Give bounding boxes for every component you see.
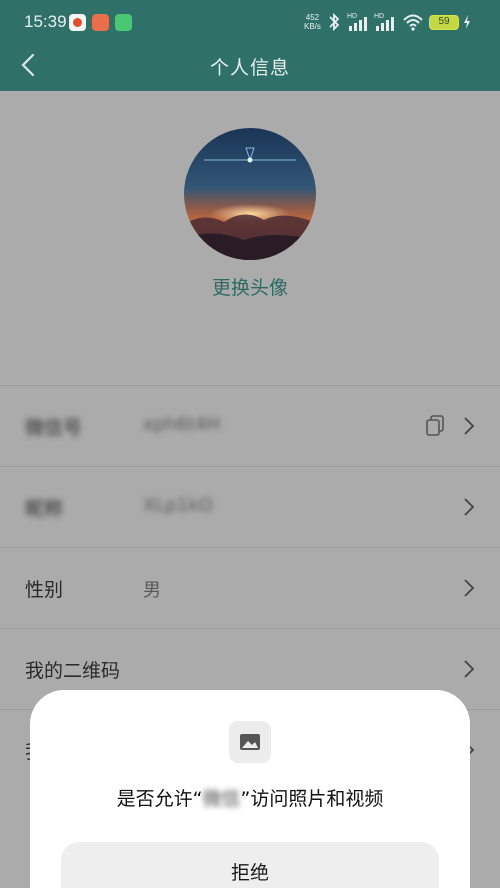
- wifi-icon: [403, 14, 423, 31]
- app-notification-icon: [69, 14, 86, 31]
- app-name: 微信: [202, 788, 241, 810]
- cellular-signal-icon: HD: [347, 13, 367, 31]
- battery-indicator: 59: [429, 15, 459, 30]
- status-bar: 15:39 452 KB/s HD HD 59: [0, 0, 500, 44]
- list-item-nickname[interactable]: 昵称 XLp1kO: [0, 466, 500, 547]
- app-header: 个人信息: [0, 44, 500, 91]
- svg-text:HD: HD: [374, 13, 384, 20]
- chevron-right-icon: [464, 417, 475, 435]
- top-bar: 15:39 452 KB/s HD HD 59 个人信息: [0, 0, 500, 91]
- list-item-wechat-id[interactable]: 微信号 xph6t4H: [0, 385, 500, 466]
- image-icon: [229, 721, 271, 763]
- avatar-image: [184, 128, 316, 260]
- row-label: 昵称: [25, 498, 64, 520]
- avatar[interactable]: [184, 128, 316, 260]
- chevron-right-icon: [464, 579, 475, 597]
- cellular-signal-icon-2: HD: [374, 13, 394, 31]
- copy-icon[interactable]: [424, 414, 446, 438]
- page-title: 个人信息: [209, 57, 290, 79]
- bluetooth-icon: [329, 12, 340, 32]
- status-time: 15:39: [24, 12, 67, 31]
- row-label: 性别: [25, 579, 64, 601]
- charging-icon: [464, 15, 470, 29]
- permission-message: 是否允许“微信”访问照片和视频: [30, 784, 470, 811]
- change-avatar-link[interactable]: 更换头像: [0, 273, 500, 300]
- list-item-gender[interactable]: 性别 男: [0, 547, 500, 628]
- chevron-right-icon: [464, 660, 475, 678]
- chevron-right-icon: [464, 498, 475, 516]
- deny-button[interactable]: 拒绝: [61, 842, 439, 888]
- row-value: xph6t4H: [143, 414, 220, 435]
- row-value: 男: [143, 580, 161, 601]
- app-notification-icon: [115, 14, 132, 31]
- app-notification-icon: [92, 14, 109, 31]
- row-label: 微信号: [25, 417, 83, 439]
- row-value: XLp1kO: [143, 495, 213, 516]
- permission-dialog: 是否允许“微信”访问照片和视频 拒绝: [30, 690, 470, 888]
- row-label: 我的二维码: [25, 660, 121, 682]
- image-icon-glyph: [240, 734, 260, 750]
- svg-text:HD: HD: [347, 13, 357, 20]
- network-speed: 452 KB/s: [304, 13, 321, 31]
